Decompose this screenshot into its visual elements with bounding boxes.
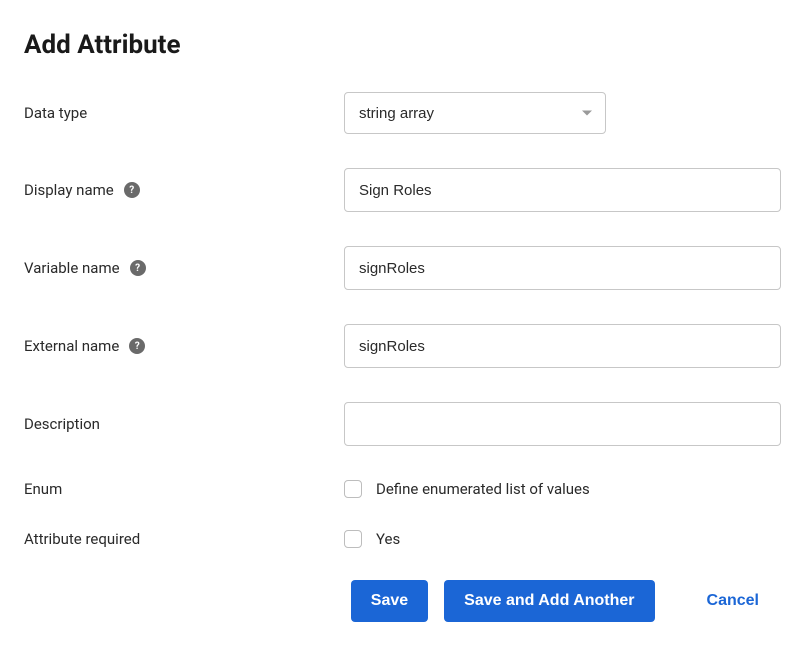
data-type-label: Data type	[24, 104, 87, 122]
enum-label: Enum	[24, 480, 62, 498]
cancel-button[interactable]: Cancel	[699, 580, 767, 622]
attribute-required-label: Attribute required	[24, 530, 140, 548]
display-name-input[interactable]	[344, 168, 781, 212]
data-type-select[interactable]: string array	[344, 92, 606, 134]
description-input[interactable]	[344, 402, 781, 446]
save-and-add-another-button[interactable]: Save and Add Another	[444, 580, 654, 622]
variable-name-input[interactable]	[344, 246, 781, 290]
variable-name-label: Variable name	[24, 259, 120, 277]
help-icon[interactable]: ?	[130, 260, 146, 276]
external-name-input[interactable]	[344, 324, 781, 368]
required-checkbox[interactable]	[344, 530, 362, 548]
page-title: Add Attribute	[24, 30, 781, 60]
display-name-label: Display name	[24, 181, 114, 199]
enum-checkbox-label: Define enumerated list of values	[376, 480, 590, 498]
required-checkbox-label: Yes	[376, 530, 400, 548]
external-name-label: External name	[24, 337, 119, 355]
enum-checkbox[interactable]	[344, 480, 362, 498]
description-label: Description	[24, 415, 100, 433]
save-button[interactable]: Save	[351, 580, 428, 622]
help-icon[interactable]: ?	[124, 182, 140, 198]
help-icon[interactable]: ?	[129, 338, 145, 354]
